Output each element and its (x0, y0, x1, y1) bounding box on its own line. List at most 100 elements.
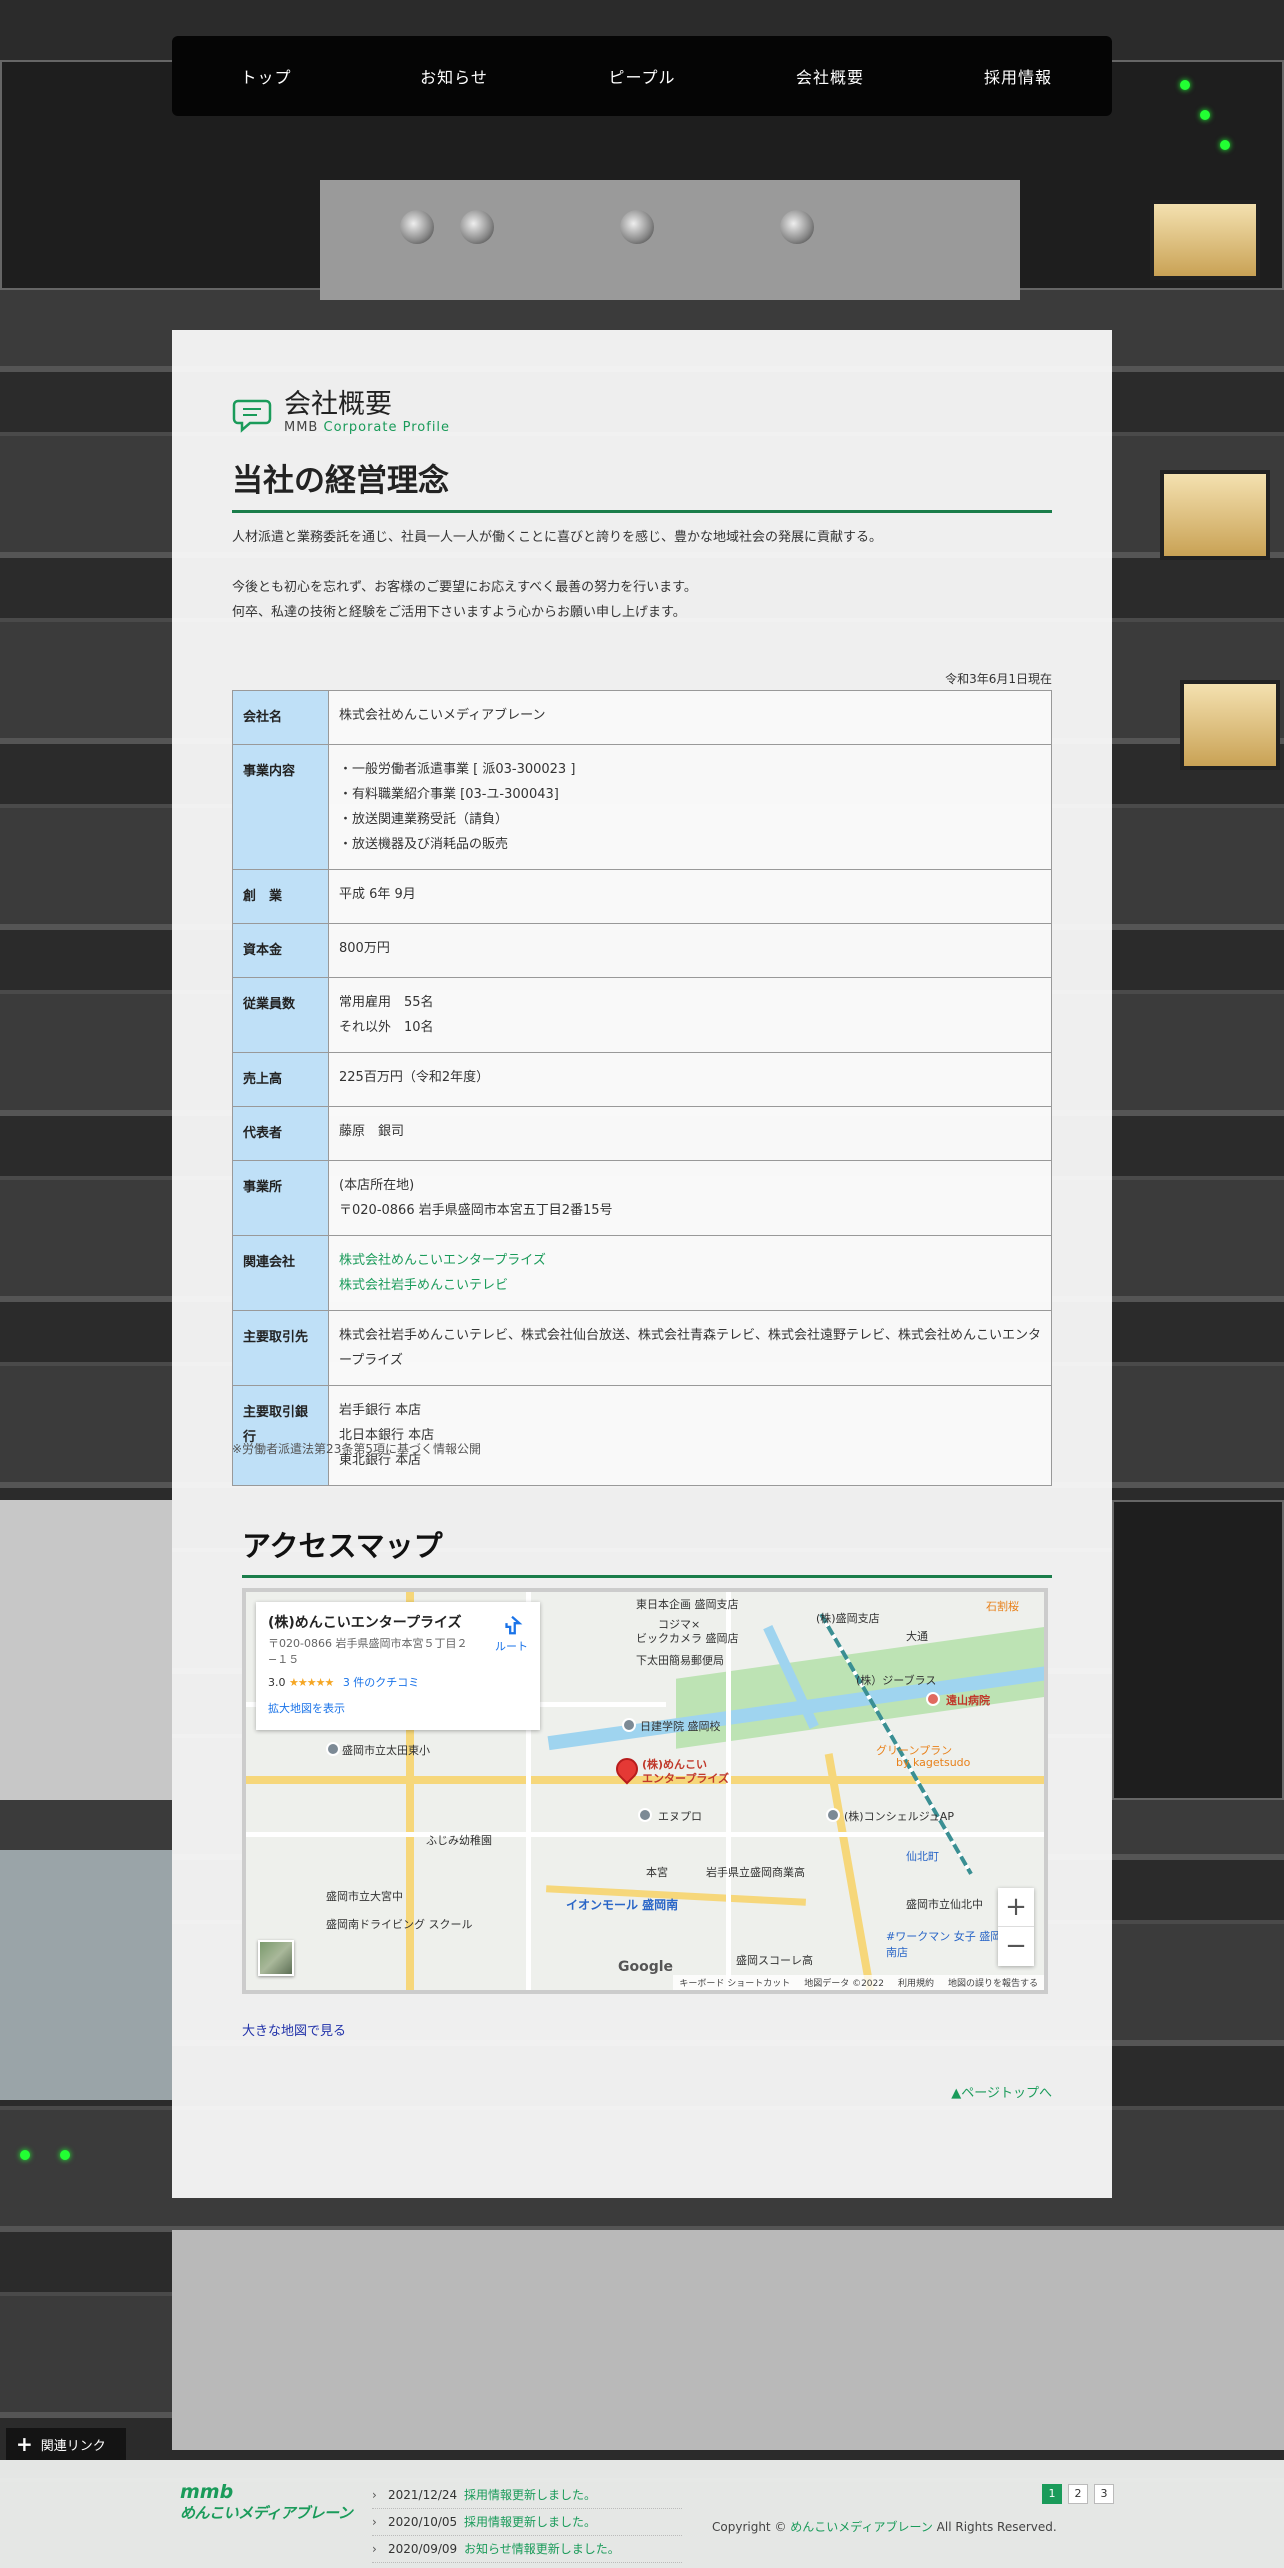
news-link[interactable]: 採用情報更新しました。 (464, 2509, 596, 2535)
map-road (726, 1592, 731, 1990)
bg-knob (620, 210, 654, 244)
related-company-link[interactable]: 株式会社めんこいエンタープライズ (339, 1253, 546, 1268)
map-reviews-link[interactable]: 3 件のクチコミ (343, 1676, 420, 1689)
map-label: ビックカメラ 盛岡店 (636, 1632, 739, 1645)
chevron-right-icon: › (372, 2515, 377, 2529)
map-place-name: (株)めんこいエンタープライズ (268, 1615, 462, 1631)
subtitle-prefix: MMB (284, 420, 319, 435)
table-value-line: それ以外 10名 (339, 1020, 434, 1035)
map-label: 盛岡市立大宮中 (326, 1890, 403, 1903)
related-links-tab[interactable]: + 関連リンク (6, 2428, 126, 2460)
main-content: 会社概要 MMB Corporate Profile 当社の経営理念 人材派遣と… (172, 330, 1112, 2198)
table-value-line: 225百万円（令和2年度） (339, 1070, 490, 1085)
place-icon (826, 1808, 840, 1822)
nav-recruit[interactable]: 採用情報 (924, 64, 1112, 88)
news-item: › 2020/10/05 採用情報更新しました。 (372, 2509, 682, 2536)
table-value-line: 平成 6年 9月 (339, 887, 416, 902)
table-row-label: 主要取引銀行 (232, 1385, 329, 1486)
page-number-button[interactable]: 1 (1042, 2484, 1062, 2504)
bg-knob (400, 210, 434, 244)
philosophy-paragraph: 人材派遣と業務委託を通じ、社員一人一人が働くことに喜びと誇りを感じ、豊かな地域社… (232, 530, 883, 545)
table-row-label: 関連会社 (232, 1235, 329, 1311)
page-number-button[interactable]: 2 (1068, 2484, 1088, 2504)
table-value-line: ・有料職業紹介事業 [03-ユ-300043] (339, 787, 559, 802)
zoom-out-button[interactable]: − (998, 1927, 1034, 1966)
table-row: 主要取引銀行 岩手銀行 本店 北日本銀行 本店 東北銀行 本店 (232, 1385, 1052, 1486)
nav-top[interactable]: トップ (172, 64, 360, 88)
bg-panel (0, 1500, 172, 1800)
bg-meter (1160, 470, 1270, 560)
bg-rack (1112, 1500, 1284, 1800)
big-map-link[interactable]: 大きな地図で見る (242, 2020, 346, 2039)
table-row: 事業所 (本店所在地) 〒020-0866 岩手県盛岡市本宮五丁目2番15号 (232, 1160, 1052, 1236)
map-rating-value: 3.0 (268, 1676, 286, 1689)
subtitle-english: Corporate Profile (323, 420, 451, 435)
terms-link[interactable]: 利用規約 (898, 1976, 934, 1989)
news-link[interactable]: お知らせ情報更新しました。 (464, 2536, 620, 2562)
news-link[interactable]: 採用情報更新しました。 (464, 2482, 596, 2508)
as-of-date: 令和3年6月1日現在 (945, 672, 1052, 686)
map-label: イオンモール 盛岡南 (566, 1898, 679, 1912)
map-label: 盛岡南ドライビング スクール (326, 1918, 473, 1931)
map-label: by kagetsudo (896, 1756, 971, 1769)
copyright-suffix: All Rights Reserved. (936, 2520, 1057, 2534)
table-row-label: 主要取引先 (232, 1310, 329, 1386)
school-icon (622, 1718, 636, 1732)
map-attribution: キーボード ショートカット 地図データ ©2022 利用規約 地図の誤りを報告す… (673, 1975, 1044, 1990)
table-row: 資本金 800万円 (232, 923, 1052, 978)
logo-name: めんこいメディアブレーン (180, 2504, 353, 2522)
map-label: 盛岡市立仙北中 (906, 1898, 983, 1911)
page-number-button[interactable]: 3 (1094, 2484, 1114, 2504)
copyright-company-link[interactable]: めんこいメディアブレーン (790, 2520, 933, 2534)
table-value-line: 藤原 銀司 (339, 1124, 405, 1139)
map-label: 仙北町 (906, 1850, 939, 1863)
company-logo[interactable]: mmb めんこいメディアブレーン (180, 2482, 353, 2523)
report-error-link[interactable]: 地図の誤りを報告する (948, 1976, 1038, 1989)
table-value-line: 800万円 (339, 941, 390, 956)
nav-news[interactable]: お知らせ (360, 64, 548, 88)
map-route-button[interactable]: ルート (495, 1614, 528, 1654)
page-top-link[interactable]: ▲ページトップへ (951, 2082, 1052, 2101)
nav-people[interactable]: ピープル (548, 64, 736, 88)
map-route-label: ルート (495, 1640, 528, 1653)
bg-panel (0, 1850, 172, 2100)
bg-led (1200, 110, 1210, 120)
table-row-value: ・一般労働者派遣事業 [ 派03-300023 ] ・有料職業紹介事業 [03-ユ… (328, 744, 1052, 870)
table-value-line: 岩手銀行 本店 (339, 1403, 422, 1418)
news-date: 2020/09/09 (388, 2542, 458, 2556)
footer: mmb めんこいメディアブレーン › 2021/12/24 採用情報更新しました。 ›… (0, 2460, 1284, 2568)
keyboard-shortcuts-link[interactable]: キーボード ショートカット (679, 1976, 790, 1989)
table-row-label: 従業員数 (232, 977, 329, 1053)
section-title: 会社概要 (284, 389, 392, 420)
map-enlarge-link[interactable]: 拡大地図を表示 (268, 1700, 528, 1716)
google-map[interactable]: 東日本企画 盛岡支店 (株)盛岡支店 石割桜 大通 コジマ× ビックカメラ 盛岡… (242, 1588, 1048, 1994)
table-row-label: 代表者 (232, 1106, 329, 1161)
map-label: 石割桜 (986, 1600, 1019, 1613)
map-label: 下太田簡易郵便局 (636, 1654, 724, 1667)
map-label: 盛岡市立太田東小 (342, 1744, 430, 1757)
table-row: 会社名 株式会社めんこいメディアブレーン (232, 690, 1052, 745)
map-label: #ワークマン 女子 盛岡南店 (886, 1930, 1002, 1959)
access-map-heading: アクセスマップ (242, 1523, 1052, 1578)
bg-knob (460, 210, 494, 244)
table-value-line: ・放送機器及び消耗品の販売 (339, 837, 509, 852)
table-row-label: 事業内容 (232, 744, 329, 870)
nav-company[interactable]: 会社概要 (736, 64, 924, 88)
news-list: › 2021/12/24 採用情報更新しました。 › 2020/10/05 採用情報更新し… (372, 2482, 682, 2563)
table-row: 創 業平成 6年 9月 (232, 869, 1052, 924)
map-zoom-controls: + − (998, 1888, 1034, 1966)
table-row-value: (本店所在地) 〒020-0866 岩手県盛岡市本宮五丁目2番15号 (328, 1160, 1052, 1236)
map-label: 岩手県立盛岡商業高 (706, 1866, 805, 1879)
school-icon (326, 1742, 340, 1756)
map-label: 本宮 (646, 1866, 668, 1879)
related-company-link[interactable]: 株式会社岩手めんこいテレビ (339, 1278, 508, 1293)
star-icon: ★★★★★ (289, 1676, 334, 1689)
section-subtitle: MMB Corporate Profile (284, 420, 450, 435)
map-pin-label: エンタープライズ (642, 1772, 730, 1785)
bg-panel (172, 2230, 1284, 2450)
table-row-value: 株式会社岩手めんこいテレビ、株式会社仙台放送、株式会社青森テレビ、株式会社遠野テ… (328, 1310, 1052, 1386)
map-layers-button[interactable] (258, 1940, 294, 1976)
zoom-in-button[interactable]: + (998, 1888, 1034, 1927)
table-value-line: (本店所在地) (339, 1178, 415, 1193)
map-label: (株)盛岡支店 (816, 1612, 880, 1625)
